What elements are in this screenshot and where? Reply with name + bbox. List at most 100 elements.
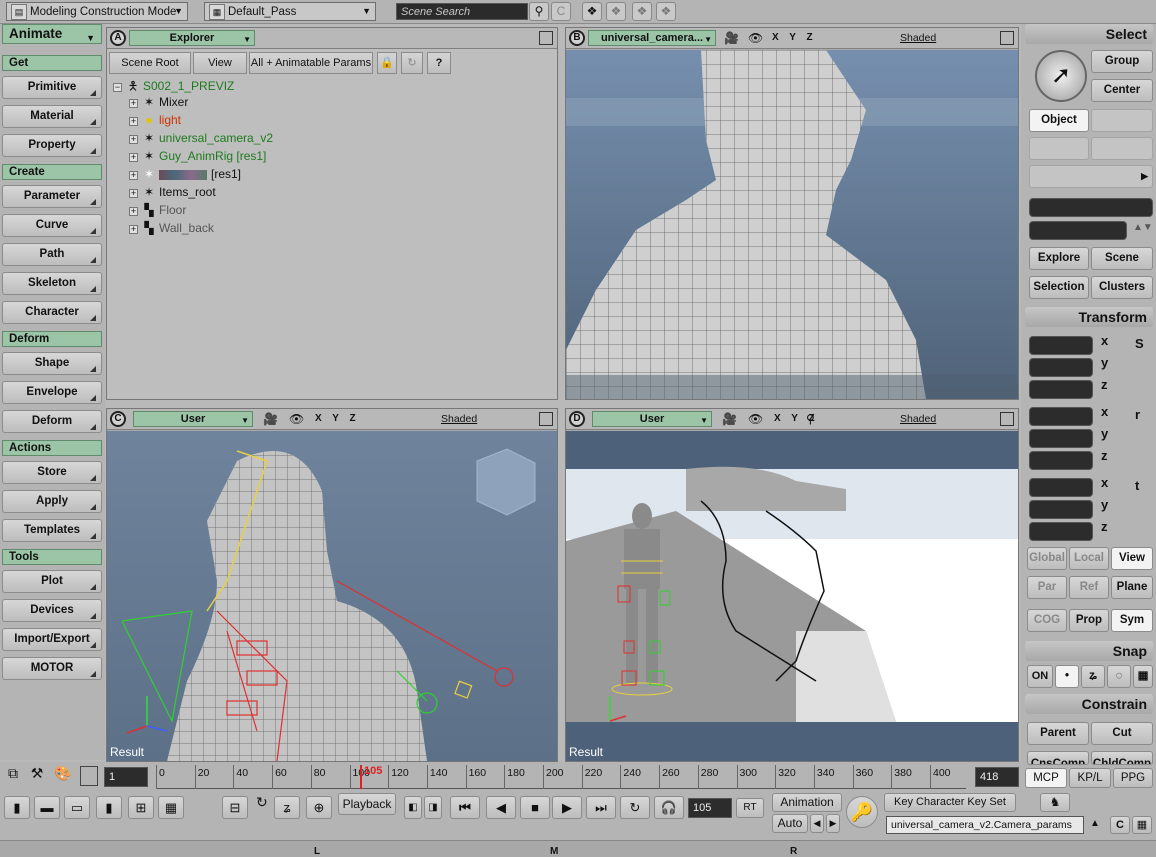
axis-label[interactable]: z: [1101, 377, 1108, 392]
camera-dropdown[interactable]: universal_camera... ▼: [588, 30, 716, 46]
camera-dropdown[interactable]: User ▼: [592, 411, 712, 427]
collapse-icon[interactable]: −: [113, 83, 122, 92]
translate-x-field[interactable]: [1029, 478, 1093, 497]
path-button[interactable]: Path: [2, 243, 102, 266]
layout-1-icon[interactable]: ▮: [4, 796, 30, 819]
sym-button[interactable]: Sym: [1111, 609, 1153, 632]
eye-icon[interactable]: 👁: [748, 412, 763, 426]
timeline-end-field[interactable]: 418: [975, 767, 1019, 787]
toolbox-icon[interactable]: ⊕: [306, 796, 332, 819]
expand-icon[interactable]: +: [129, 207, 138, 216]
playback-menu-button[interactable]: Playback: [338, 793, 396, 815]
eye-icon[interactable]: 👁: [289, 412, 304, 426]
snap-point-icon[interactable]: •: [1055, 665, 1079, 688]
curve-button[interactable]: Curve: [2, 214, 102, 237]
selection-name-field[interactable]: [1029, 198, 1153, 217]
axis-label[interactable]: x: [1101, 404, 1108, 419]
axis-label[interactable]: y: [1101, 355, 1108, 370]
play-icon[interactable]: ▶: [552, 796, 582, 819]
tree-item-wall-back[interactable]: + ▚ Wall_back: [129, 221, 214, 235]
character-button[interactable]: Character: [2, 301, 102, 324]
object-button[interactable]: Object: [1029, 109, 1089, 132]
envelope-button[interactable]: Envelope: [2, 381, 102, 404]
timeline-start-field[interactable]: 1: [104, 767, 148, 787]
stop-icon[interactable]: ■: [520, 796, 550, 819]
scene-search-input[interactable]: Scene Search: [396, 3, 528, 20]
selection-button[interactable]: Selection: [1029, 276, 1089, 299]
selection-filter-field[interactable]: [1029, 221, 1127, 240]
axis-label[interactable]: z: [1101, 448, 1108, 463]
viewport-letter[interactable]: C: [110, 411, 126, 427]
tree-item-light[interactable]: + ● light: [129, 113, 181, 127]
expand-icon[interactable]: +: [129, 135, 138, 144]
next-icon[interactable]: ▶: [826, 814, 840, 833]
search-icon[interactable]: ⚲: [529, 2, 549, 21]
maximize-icon[interactable]: [1000, 412, 1014, 426]
shape-button[interactable]: Shape: [2, 352, 102, 375]
filter-menu-button[interactable]: All + Animatable Params: [249, 52, 373, 74]
camera-dropdown[interactable]: User ▼: [133, 411, 253, 427]
go-to-start-icon[interactable]: ⏮: [450, 796, 480, 819]
viewport-c[interactable]: C User ▼ 🎥 👁 X Y Z Shaded Result: [106, 408, 558, 762]
rotate-x-field[interactable]: [1029, 407, 1093, 426]
timeline-ruler[interactable]: 0204060801001201401601802002202402602803…: [156, 765, 966, 789]
viewport-d[interactable]: D User ▼ 🎥 👁 X Y Z ⚲ Shaded Result: [565, 408, 1019, 762]
property-button[interactable]: Property: [2, 134, 102, 157]
display-mode-menu[interactable]: Shaded: [441, 413, 477, 425]
layout-2-icon[interactable]: ▬: [34, 796, 60, 819]
viewport-letter[interactable]: B: [569, 30, 585, 46]
tree-item-items-root[interactable]: + ✶ Items_root: [129, 185, 216, 199]
cnscomp-button[interactable]: CnsComp: [1027, 751, 1089, 765]
local-button[interactable]: Local: [1069, 547, 1109, 570]
tree-item-camera[interactable]: + ✶ universal_camera_v2: [129, 131, 273, 145]
deform-button[interactable]: Deform: [2, 410, 102, 433]
global-button[interactable]: Global: [1027, 547, 1067, 570]
zoom-icon[interactable]: ⚲: [806, 412, 815, 426]
expand-icon[interactable]: +: [129, 117, 138, 126]
translate-icon[interactable]: t: [1135, 478, 1139, 493]
axis-label[interactable]: y: [1101, 426, 1108, 441]
next-key-icon[interactable]: ◨: [424, 796, 442, 819]
snap-surface-icon[interactable]: ◌: [1107, 665, 1131, 688]
link-icon[interactable]: ʑ: [274, 796, 300, 819]
plane-button[interactable]: Plane: [1111, 576, 1153, 599]
expand-icon[interactable]: +: [129, 153, 138, 162]
scene-root-button[interactable]: Scene Root: [109, 52, 191, 74]
loop-icon[interactable]: ↻: [620, 796, 650, 819]
material-button[interactable]: Material: [2, 105, 102, 128]
layout-grid-icon[interactable]: ▦: [158, 796, 184, 819]
axis-label[interactable]: x: [1101, 333, 1108, 348]
auto-key-button[interactable]: Auto: [772, 814, 808, 833]
axis-label[interactable]: z: [1101, 519, 1108, 534]
pass-dropdown[interactable]: ▦ Default_Pass ▼: [204, 2, 376, 21]
tab-mcp[interactable]: MCP: [1025, 768, 1067, 788]
maximize-icon[interactable]: [1000, 31, 1014, 45]
camera-icon[interactable]: 🎥: [263, 412, 278, 426]
tab-ppg[interactable]: PPG: [1113, 768, 1153, 788]
step-back-icon[interactable]: ◀: [486, 796, 516, 819]
layout-4-icon[interactable]: ▮: [96, 796, 122, 819]
view-menu-button[interactable]: View: [193, 52, 247, 74]
key-set-button[interactable]: Key Character Key Set: [884, 793, 1016, 812]
help-icon[interactable]: ?: [427, 52, 451, 74]
snap-curve-icon[interactable]: ʑ: [1081, 665, 1105, 688]
store-button[interactable]: Store: [2, 461, 102, 484]
tree-item-model[interactable]: + ✶ [res1]: [129, 167, 241, 181]
axes-toggle[interactable]: X Y Z: [315, 413, 360, 424]
animation-menu-button[interactable]: Animation: [772, 793, 842, 812]
display-mode-menu[interactable]: Shaded: [900, 413, 936, 425]
axis-label[interactable]: x: [1101, 475, 1108, 490]
clear-search-icon[interactable]: C: [551, 2, 571, 21]
skeleton-button[interactable]: Skeleton: [2, 272, 102, 295]
ref-button[interactable]: Ref: [1069, 576, 1109, 599]
character-key-icon[interactable]: ♞: [1040, 793, 1070, 812]
audio-icon[interactable]: 🎧: [654, 796, 684, 819]
camera-icon[interactable]: 🎥: [724, 31, 739, 45]
camera-icon[interactable]: 🎥: [722, 412, 737, 426]
select-slot-3[interactable]: [1091, 137, 1153, 160]
tools-icon[interactable]: ⚒: [26, 765, 48, 787]
cog-button[interactable]: COG: [1027, 609, 1067, 632]
motor-button[interactable]: MOTOR: [2, 657, 102, 680]
rotate-icon[interactable]: r: [1135, 407, 1140, 422]
go-to-end-icon[interactable]: ⏭: [586, 796, 616, 819]
